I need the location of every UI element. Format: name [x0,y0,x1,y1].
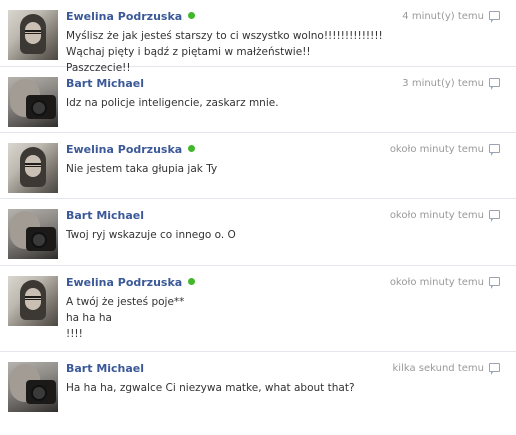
message-text: Idz na policje inteligencie, zaskarz mni… [66,95,508,111]
message-thread: Ewelina Podrzuska 4 minut(y) temu Myślisz … [0,0,516,435]
timestamp[interactable]: kilka sekund temu [393,363,484,374]
message-body: Ewelina Podrzuska około minuty temu A twój… [66,276,516,342]
message-item: Ewelina Podrzuska około minuty temu Nie je… [0,133,516,199]
avatar[interactable] [8,362,58,412]
author-name-link[interactable]: Ewelina Podrzuska [66,276,182,289]
timestamp[interactable]: około minuty temu [390,210,484,221]
message-line: Idz na policje inteligencie, zaskarz mni… [66,97,279,109]
message-header: Bart Michael około minuty temu [66,209,508,225]
online-status-icon [188,145,196,152]
message-text: Nie jestem taka głupia jak Ty [66,161,508,177]
message-line: Ha ha ha, zgwalce Ci niezywa matke, what… [66,382,355,394]
message-line: ha ha ha [66,312,112,324]
timestamp-area: 4 minut(y) temu [402,10,500,24]
message-item: Ewelina Podrzuska 4 minut(y) temu Myślisz … [0,0,516,74]
message-line: Wąchaj pięty i bądź z piętami w małżeńst… [66,46,311,58]
author-name-link[interactable]: Bart Michael [66,362,144,375]
timestamp-area: około minuty temu [390,276,500,290]
message-header: Ewelina Podrzuska około minuty temu [66,143,508,159]
timestamp[interactable]: około minuty temu [390,277,484,288]
message-body: Bart Michael 3 minut(y) temu Idz na policj… [66,77,516,127]
timestamp-area: około minuty temu [390,209,500,223]
message-item: Ewelina Podrzuska około minuty temu A twój… [0,266,516,352]
message-item: Bart Michael 3 minut(y) temu Idz na policj… [0,67,516,133]
message-line: A twój że jesteś poje** [66,296,185,308]
comment-icon[interactable] [489,144,500,156]
timestamp-area: kilka sekund temu [393,362,500,376]
message-header: Ewelina Podrzuska 4 minut(y) temu [66,10,508,26]
message-body: Bart Michael kilka sekund temu Ha ha ha, z… [66,362,516,412]
avatar[interactable] [8,276,58,326]
message-text: Ha ha ha, zgwalce Ci niezywa matke, what… [66,380,508,396]
avatar[interactable] [8,143,58,193]
message-text: A twój że jesteś poje** ha ha ha!!!! [66,294,508,342]
comment-icon[interactable] [489,363,500,375]
avatar[interactable] [8,77,58,127]
avatar[interactable] [8,209,58,259]
timestamp-area: 3 minut(y) temu [402,77,500,91]
online-status-icon [188,278,196,285]
author-name-link[interactable]: Bart Michael [66,77,144,90]
author-name-link[interactable]: Bart Michael [66,209,144,222]
message-item: Bart Michael kilka sekund temu Ha ha ha, z… [0,352,516,412]
comment-icon[interactable] [489,78,500,90]
timestamp[interactable]: około minuty temu [390,144,484,155]
online-status-icon [188,12,196,19]
message-line: Nie jestem taka głupia jak Ty [66,163,218,175]
message-body: Ewelina Podrzuska około minuty temu Nie je… [66,143,516,193]
message-item: Bart Michael około minuty temu Twoj ryj ws… [0,199,516,266]
avatar[interactable] [8,10,58,60]
comment-icon[interactable] [489,210,500,222]
author-name-link[interactable]: Ewelina Podrzuska [66,10,182,23]
timestamp[interactable]: 4 minut(y) temu [402,11,484,22]
comment-icon[interactable] [489,11,500,23]
message-body: Bart Michael około minuty temu Twoj ryj ws… [66,209,516,259]
comment-icon[interactable] [489,277,500,289]
message-header: Ewelina Podrzuska około minuty temu [66,276,508,292]
message-line: Myślisz że jak jesteś starszy to ci wszy… [66,30,383,42]
message-line: Twoj ryj wskazuje co innego o. O [66,229,236,241]
message-line: !!!! [66,328,83,340]
author-name-link[interactable]: Ewelina Podrzuska [66,143,182,156]
message-header: Bart Michael 3 minut(y) temu [66,77,508,93]
message-header: Bart Michael kilka sekund temu [66,362,508,378]
timestamp[interactable]: 3 minut(y) temu [402,78,484,89]
message-text: Twoj ryj wskazuje co innego o. O [66,227,508,243]
timestamp-area: około minuty temu [390,143,500,157]
